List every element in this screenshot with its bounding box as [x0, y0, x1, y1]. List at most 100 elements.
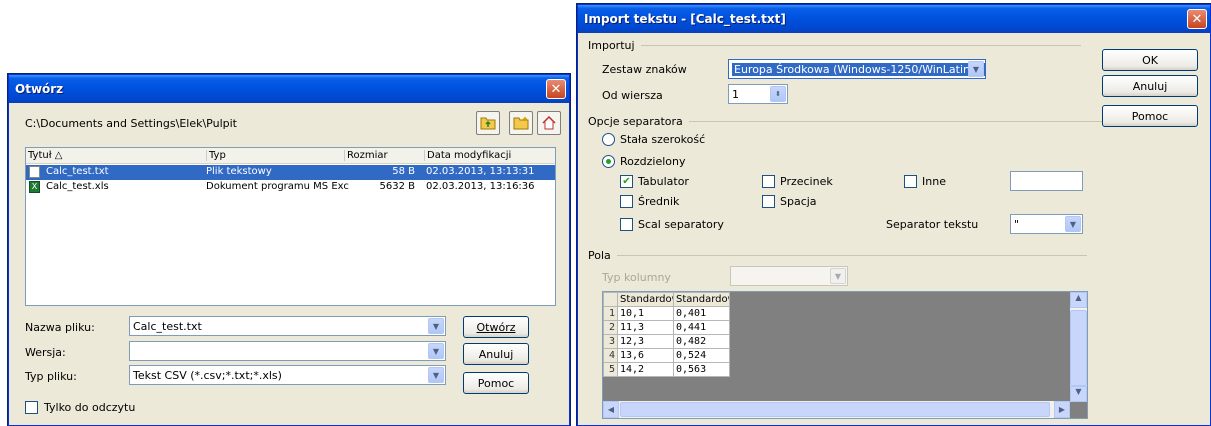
chevron-down-icon[interactable]: ▼: [1065, 216, 1081, 232]
new-folder-button[interactable]: [509, 111, 533, 135]
col-type-select[interactable]: ▼: [730, 266, 848, 286]
file-size: 5632 B: [379, 181, 416, 192]
import-help-button-label: Pomoc: [1131, 109, 1169, 123]
excel-file-icon: X: [29, 181, 40, 193]
scroll-thumb[interactable]: [1070, 310, 1087, 386]
preview-cell: 0,563: [673, 362, 730, 377]
readonly-label: Tylko do odczytu: [44, 401, 136, 414]
sep-group-label: Opcje separatora: [588, 115, 683, 128]
scroll-down-icon[interactable]: ▼: [1070, 386, 1087, 402]
preview-cell: 0,482: [673, 334, 730, 349]
text-file-icon: [29, 166, 40, 178]
col-modified[interactable]: Data modyfikacji: [424, 150, 511, 161]
folder-up-icon: [480, 117, 496, 130]
from-row-spinner[interactable]: 1 ⬍: [728, 84, 788, 104]
close-icon: ✕: [550, 81, 562, 97]
other-label: Inne: [922, 175, 946, 188]
comma-label: Przecinek: [780, 175, 833, 188]
charset-select[interactable]: Europa Środkowa (Windows-1250/WinLatin 2…: [728, 59, 986, 79]
text-sep-select[interactable]: " ▼: [1010, 214, 1083, 234]
preview-row: 5 14,2 0,563: [603, 362, 730, 377]
hscroll-thumb[interactable]: [620, 402, 1050, 417]
open-button[interactable]: Otwórz: [463, 316, 529, 338]
other-checkbox[interactable]: [904, 175, 917, 188]
version-select[interactable]: ▼: [129, 341, 446, 361]
home-button[interactable]: [537, 111, 561, 135]
open-dialog-titlebar[interactable]: Otwórz: [9, 75, 569, 103]
semicolon-checkbox[interactable]: [620, 195, 633, 208]
help-button[interactable]: Pomoc: [463, 372, 529, 394]
import-group-header: Importuj: [588, 39, 1081, 52]
import-dialog-close-button[interactable]: ✕: [1187, 9, 1207, 29]
text-sep-label: Separator tekstu: [886, 218, 979, 231]
charset-label: Zestaw znaków: [602, 63, 687, 76]
check-icon: ✔: [622, 175, 631, 187]
other-input[interactable]: [1010, 171, 1083, 191]
filename-input[interactable]: Calc_test.txt ▼: [129, 316, 446, 336]
filetype-select[interactable]: Tekst CSV (*.csv;*.txt;*.xls) ▼: [129, 365, 446, 385]
space-checkbox[interactable]: [762, 195, 775, 208]
help-button-label: Pomoc: [477, 376, 515, 390]
open-dialog-close-button[interactable]: ✕: [546, 79, 566, 99]
from-row-label: Od wiersza: [602, 89, 663, 102]
separated-label: Rozdzielony: [620, 155, 686, 168]
chevron-down-icon[interactable]: ▼: [428, 367, 444, 383]
preview-cell: 10,1: [617, 306, 674, 321]
fields-group-label: Pola: [588, 249, 611, 262]
chevron-down-icon[interactable]: ▼: [830, 268, 846, 284]
file-size: 58 B: [392, 166, 415, 177]
chevron-down-icon[interactable]: ▼: [428, 318, 444, 334]
preview-cell: 14,2: [617, 362, 674, 377]
preview-header-row: Standardow Standardow: [603, 292, 730, 307]
fields-group-header: Pola: [588, 249, 1087, 262]
preview-table: Standardow Standardow 110,10,401 211,30,…: [603, 292, 730, 377]
ok-button[interactable]: OK: [1102, 49, 1198, 71]
row-number: 5: [603, 362, 618, 377]
scroll-right-icon[interactable]: ▶: [1054, 401, 1070, 418]
column-header[interactable]: Standardow: [673, 292, 730, 307]
readonly-checkbox[interactable]: [25, 401, 38, 414]
merge-label: Scal separatory: [638, 218, 724, 231]
file-row[interactable]: Calc_test.txt Plik tekstowy 58 B 02.03.2…: [26, 165, 555, 180]
horizontal-scrollbar[interactable]: ◀ ▶: [603, 401, 1070, 418]
vertical-scrollbar[interactable]: ▲ ▼: [1070, 292, 1087, 402]
preview-area[interactable]: Standardow Standardow 110,10,401 211,30,…: [602, 291, 1088, 419]
chevron-down-icon[interactable]: ▼: [428, 343, 444, 359]
file-modified: 02.03.2013, 13:13:31: [426, 166, 535, 177]
import-dialog: Import tekstu - [Calc_test.txt] ✕ Import…: [577, 4, 1211, 426]
open-button-label: Otwórz: [476, 320, 516, 334]
file-name: Calc_test.txt: [46, 166, 109, 177]
filename-label: Nazwa pliku:: [25, 321, 95, 334]
col-title[interactable]: Tytuł △: [28, 150, 62, 161]
sep-group-header: Opcje separatora: [588, 115, 1109, 128]
scroll-up-icon[interactable]: ▲: [1070, 292, 1087, 308]
preview-cell: 0,524: [673, 348, 730, 363]
ok-button-label: OK: [1142, 53, 1158, 67]
new-folder-icon: [513, 117, 529, 130]
row-number: 3: [603, 334, 618, 349]
import-dialog-titlebar[interactable]: Import tekstu - [Calc_test.txt]: [578, 5, 1210, 33]
col-size[interactable]: Rozmiar: [344, 150, 388, 161]
import-cancel-button[interactable]: Anuluj: [1102, 75, 1198, 97]
col-type[interactable]: Typ: [206, 150, 226, 161]
charset-value: Europa Środkowa (Windows-1250/WinLatin 2…: [732, 62, 985, 76]
tab-checkbox[interactable]: ✔: [620, 175, 633, 188]
scroll-left-icon[interactable]: ◀: [603, 401, 619, 418]
up-folder-button[interactable]: [476, 111, 500, 135]
chevron-down-icon[interactable]: ▼: [968, 61, 984, 77]
row-number: 4: [603, 348, 618, 363]
import-dialog-title: Import tekstu - [Calc_test.txt]: [584, 12, 786, 26]
file-list-header: Tytuł △ Typ Rozmiar Data modyfikacji: [26, 148, 555, 164]
spin-arrows-icon[interactable]: ⬍: [770, 86, 786, 102]
space-label: Spacja: [780, 195, 817, 208]
separated-radio[interactable]: [602, 155, 615, 168]
file-list[interactable]: Tytuł △ Typ Rozmiar Data modyfikacji Cal…: [25, 147, 556, 306]
merge-checkbox[interactable]: [620, 218, 633, 231]
fixed-width-radio[interactable]: [602, 133, 615, 146]
cancel-button[interactable]: Anuluj: [463, 343, 529, 365]
import-help-button[interactable]: Pomoc: [1102, 105, 1198, 127]
file-row[interactable]: X Calc_test.xls Dokument programu MS Exc…: [26, 180, 555, 195]
column-header[interactable]: Standardow: [617, 292, 674, 307]
comma-checkbox[interactable]: [762, 175, 775, 188]
version-label: Wersja:: [25, 346, 66, 359]
